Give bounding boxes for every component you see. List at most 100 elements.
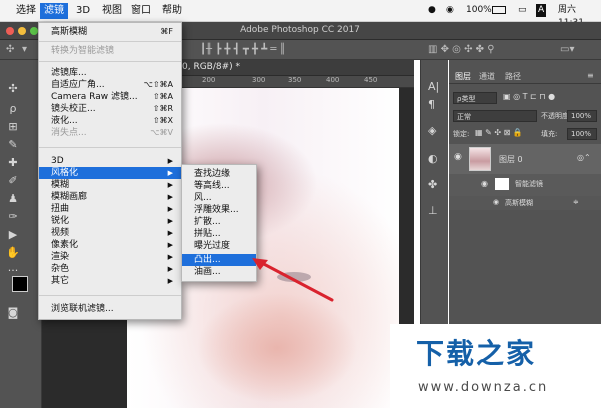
submenu-arrow-icon: ▶ [167, 157, 173, 165]
hand-tool-icon[interactable]: ✋ [6, 246, 20, 259]
character-icon[interactable]: A| [428, 80, 439, 93]
tab-layers[interactable]: 图层 [455, 71, 471, 82]
properties-icon[interactable]: ✤ [428, 178, 437, 191]
filter-eye-icon[interactable]: ◉ [493, 198, 499, 212]
menu-item-adaptive-wide[interactable]: 自适应广角... ⌥⇧⌘A [39, 79, 181, 91]
lasso-tool-icon[interactable]: ρ [6, 102, 20, 115]
move-tool-icon[interactable]: ✣ [6, 82, 20, 95]
smart-object-icon: ◎⌃ [577, 153, 591, 162]
menu-item-noise[interactable]: 杂色 ▶ [39, 263, 181, 275]
menu-item-video[interactable]: 视频 ▶ [39, 227, 181, 239]
lock-icons[interactable]: ▦ ✎ ✣ ⊠ 🔒 [475, 128, 523, 142]
crop-tool-icon[interactable]: ⊞ [6, 120, 20, 133]
submenu-oil-paint[interactable]: 油画... [182, 266, 256, 278]
menu-select[interactable]: 选择 [12, 4, 40, 17]
filter-name: 高斯模糊 [505, 199, 533, 207]
workspace-icon[interactable]: ▭▾ [560, 44, 574, 55]
menu-item-pixelate[interactable]: 像素化 ▶ [39, 239, 181, 251]
move-icon[interactable]: ✣ [6, 44, 14, 55]
menu-help[interactable]: 帮助 [158, 4, 186, 17]
filter-options-icon[interactable]: ≑ [573, 198, 579, 212]
close-window-icon[interactable] [6, 27, 14, 35]
submenu-diffuse[interactable]: 扩散... [182, 216, 256, 228]
notification-icon[interactable]: ● [428, 4, 436, 17]
layer-thumbnail [469, 147, 491, 171]
tab-paths[interactable]: 路径 [505, 71, 521, 82]
tab-channels[interactable]: 通道 [479, 71, 495, 82]
layer-kind-filter[interactable]: ρ类型 [453, 92, 497, 104]
fill-field[interactable]: 100% [567, 128, 597, 140]
menu-item-lens-correction[interactable]: 镜头校正... ⇧⌘R [39, 103, 181, 115]
layer-name[interactable]: 图层 0 [499, 154, 523, 168]
wifi-icon[interactable]: ◉ [446, 4, 454, 17]
menu-item-liquify[interactable]: 液化... ⇧⌘X [39, 115, 181, 127]
smart-filter-eye-icon[interactable]: ◉ [481, 179, 488, 193]
layers-stack-icon[interactable]: ◈ [428, 124, 436, 137]
foreground-color-swatch[interactable] [12, 276, 28, 292]
ruler-number: 300 [252, 76, 266, 84]
pen-tool-icon[interactable]: ✑ [6, 210, 20, 223]
menu-3d[interactable]: 3D [72, 4, 94, 17]
menu-item-3d[interactable]: 3D ▶ [39, 155, 181, 167]
menu-filter[interactable]: 滤镜 [40, 3, 68, 19]
brush-tool-icon[interactable]: ✐ [6, 174, 20, 187]
document-tab[interactable]: 0, RGB/8#) * [182, 62, 240, 72]
filter-mask-thumbnail [495, 178, 509, 190]
system-menubar: 选择 滤镜 3D 视图 窗口 帮助 ● ◉ 100% ▭ A 周六11:31 [0, 0, 601, 28]
submenu-contour[interactable]: 等高线... [182, 180, 256, 192]
menu-item-render[interactable]: 渲染 ▶ [39, 251, 181, 263]
paragraph-icon[interactable]: ¶ [428, 98, 435, 111]
watermark-title: 下载之家 [416, 337, 537, 370]
smart-filter-row[interactable]: ◉ 智能滤镜 [449, 174, 601, 196]
submenu-emboss[interactable]: 浮雕效果... [182, 204, 256, 216]
menu-item-other[interactable]: 其它 ▶ [39, 275, 181, 287]
menu-item-stylize[interactable]: 风格化 ▶ [39, 167, 181, 179]
layer-row[interactable]: ◉ 图层 0 ◎⌃ [449, 144, 601, 174]
opacity-field[interactable]: 100% [567, 110, 597, 122]
fill-label: 填充: [541, 130, 558, 138]
submenu-solarize[interactable]: 曝光过度 [182, 240, 256, 252]
submenu-arrow-icon: ▶ [167, 169, 173, 177]
battery-icon[interactable] [492, 6, 506, 14]
annotation-arrow-icon [252, 258, 334, 302]
menu-item-blur[interactable]: 模糊 ▶ [39, 179, 181, 191]
menu-item-sharpen[interactable]: 锐化 ▶ [39, 215, 181, 227]
battery-percent: 100% [466, 5, 492, 15]
gaussian-blur-filter-row[interactable]: ◉ 高斯模糊 ≑ [449, 196, 601, 210]
ruler-number: 200 [202, 76, 216, 84]
menu-item-filter-gallery[interactable]: 滤镜库... [39, 67, 181, 79]
heal-tool-icon[interactable]: ✚ [6, 156, 20, 169]
quick-mask-icon[interactable]: ◙ [6, 306, 20, 319]
smart-filter-label: 智能滤镜 [515, 180, 543, 188]
menu-item-camera-raw[interactable]: Camera Raw 滤镜... ⇧⌘A [39, 91, 181, 103]
adjustments-icon[interactable]: ◐ [428, 152, 438, 165]
menu-item-blur-gallery[interactable]: 模糊画廊 ▶ [39, 191, 181, 203]
menu-item-distort[interactable]: 扭曲 ▶ [39, 203, 181, 215]
watermark-url: www.downza.cn [418, 380, 549, 395]
submenu-find-edges[interactable]: 查找边缘 [182, 168, 256, 180]
submenu-extrude[interactable]: 凸出... [182, 254, 256, 266]
blend-mode-select[interactable]: 正常 [453, 110, 537, 122]
dropdown-icon[interactable]: ▾ [22, 44, 27, 55]
align-icons[interactable]: ┃╫ ┣ ╋ ┫ ┳ ╋ ┻ ═ ║ [200, 44, 286, 55]
menu-window[interactable]: 窗口 [127, 4, 155, 17]
panel-menu-icon[interactable]: ≡ [587, 71, 594, 80]
submenu-tiles[interactable]: 拼贴... [182, 228, 256, 240]
3d-mode-icons[interactable]: ▥ ✥ ◎ ✣ ✤ ⚲ [428, 44, 495, 55]
visibility-eye-icon[interactable]: ◉ [454, 152, 462, 166]
path-select-tool-icon[interactable]: ▶ [6, 228, 20, 241]
transform-icon[interactable]: ⊥ [428, 204, 438, 217]
filter-icons[interactable]: ▣ ◎ T ⊏ ⊓ ● [503, 92, 555, 106]
app-badge-icon[interactable]: A [536, 4, 547, 17]
minimize-window-icon[interactable] [18, 27, 26, 35]
menu-item-browse-online[interactable]: 浏览联机滤镜... [39, 303, 181, 315]
submenu-wind[interactable]: 风... [182, 192, 256, 204]
menu-view[interactable]: 视图 [98, 4, 126, 17]
menu-item-gaussian-blur[interactable]: 高斯模糊 ⌘F [39, 26, 181, 38]
lock-label: 锁定: [453, 130, 470, 138]
airplay-icon[interactable]: ▭ [518, 4, 527, 17]
eyedropper-tool-icon[interactable]: ✎ [6, 138, 20, 151]
zoom-window-icon[interactable] [30, 27, 38, 35]
stamp-tool-icon[interactable]: ♟ [6, 192, 20, 205]
tools-panel: ✣ ρ ⊞ ✎ ✚ ✐ ♟ ✑ ▶ ✋ ··· ◙ [0, 60, 42, 408]
